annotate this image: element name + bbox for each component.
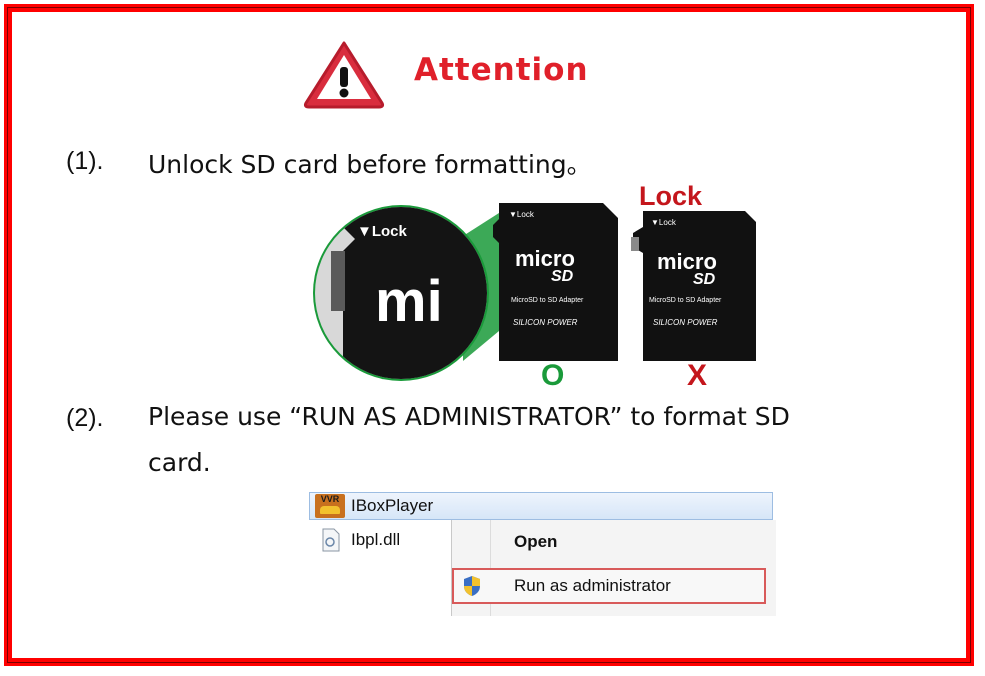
- context-menu: Open Run as administrator: [451, 520, 776, 616]
- warning-icon: [303, 41, 385, 109]
- sd-card-unlocked: ▼Lock micro SD MicroSD to SD Adapter SIL…: [493, 203, 618, 361]
- uac-shield-icon: [464, 576, 480, 596]
- menu-item-run-as-admin-label[interactable]: Run as administrator: [514, 576, 671, 596]
- card1-logo-sd: SD: [551, 268, 574, 285]
- item-2-text-line2: card.: [148, 448, 211, 477]
- item-2-text-line1: Please use “RUN AS ADMINISTRATOR” to for…: [148, 402, 790, 431]
- card1-brand: SILICON POWER: [513, 318, 578, 327]
- sd-card-locked: ▼Lock micro SD MicroSD to SD Adapter SIL…: [631, 211, 756, 361]
- card1-lock-label: ▼Lock: [509, 210, 535, 219]
- card2-brand: SILICON POWER: [653, 318, 718, 327]
- card2-adapter-text: MicroSD to SD Adapter: [649, 297, 722, 304]
- lock-heading: Lock: [639, 181, 703, 211]
- sd-card-illustration: ▼Lock mi ▼Lock micro SD MicroSD to SD Ad…: [313, 181, 756, 386]
- zoom-lock-label: ▼Lock: [357, 223, 408, 240]
- card2-lock-label: ▼Lock: [651, 218, 677, 227]
- context-menu-screenshot: VVR IBoxPlayer Ibpl.dll Open Run as admi…: [305, 490, 777, 620]
- dll-file-icon: [322, 528, 340, 552]
- card1-adapter-text: MicroSD to SD Adapter: [511, 297, 584, 304]
- item-2-number: (2).: [66, 404, 104, 432]
- file-name-iboxplayer[interactable]: IBoxPlayer: [351, 496, 433, 516]
- card1-ok-mark: O: [541, 359, 564, 386]
- menu-item-open[interactable]: Open: [514, 532, 557, 552]
- item-1-text: Unlock SD card before formatting。: [148, 150, 592, 179]
- item-1-number: (1).: [66, 147, 104, 175]
- zoom-logo: mi: [375, 269, 443, 334]
- card2-logo-sd: SD: [693, 271, 716, 288]
- iboxplayer-icon-badge: VVR: [320, 494, 340, 504]
- attention-title: Attention: [414, 52, 589, 88]
- iboxplayer-file-icon: VVR: [315, 494, 345, 518]
- card2-x-mark: X: [687, 359, 707, 386]
- file-name-ibpl-dll[interactable]: Ibpl.dll: [351, 530, 400, 550]
